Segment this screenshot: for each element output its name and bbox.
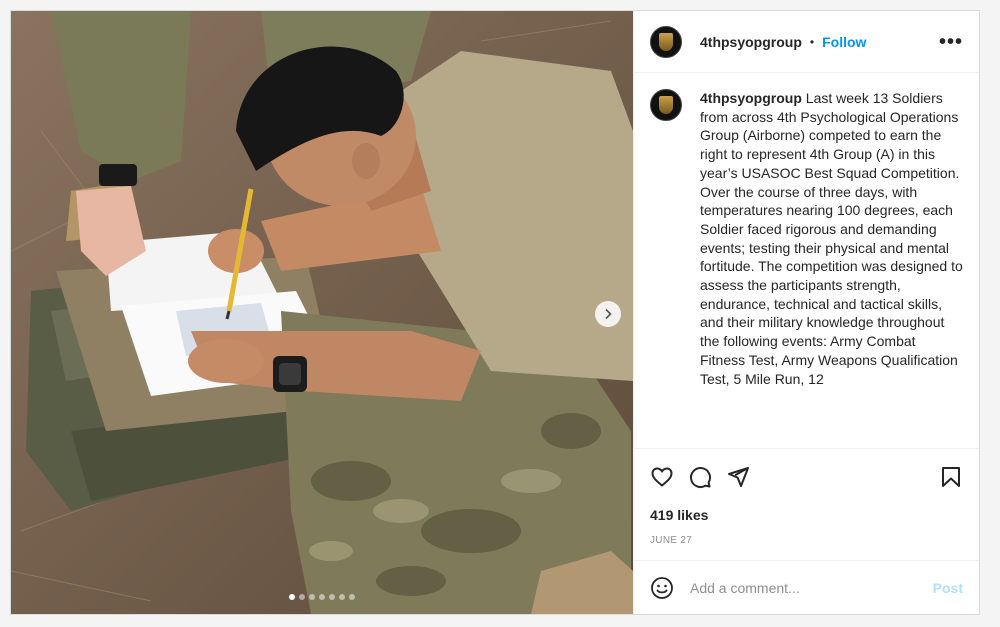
emoji-button[interactable] xyxy=(650,576,674,600)
comment-input[interactable] xyxy=(690,579,933,596)
carousel-dot xyxy=(319,594,325,600)
heart-icon xyxy=(651,467,673,487)
avatar[interactable] xyxy=(650,25,682,58)
username[interactable]: 4thpsyopgroup xyxy=(700,34,802,50)
comment-button[interactable] xyxy=(688,465,712,489)
action-bar: 419 likes June 27 xyxy=(634,448,979,560)
post-image[interactable] xyxy=(11,11,633,614)
bookmark-icon xyxy=(942,467,960,487)
carousel-dot xyxy=(309,594,315,600)
carousel-indicator xyxy=(11,594,633,600)
avatar[interactable] xyxy=(650,89,682,121)
unit-crest-icon xyxy=(659,32,673,51)
post-modal: 4thpsyopgroup • Follow ••• 4thpsyopgroup… xyxy=(10,10,980,615)
caption-area: 4thpsyopgroup Last week 13 Soldiers from… xyxy=(634,73,979,448)
carousel-dot xyxy=(289,594,295,600)
smiley-icon xyxy=(651,576,673,599)
separator-dot: • xyxy=(809,34,815,49)
carousel-dot xyxy=(349,594,355,600)
like-count[interactable]: 419 likes xyxy=(650,507,963,523)
photo-soldier-map xyxy=(11,11,633,614)
post-sidebar: 4thpsyopgroup • Follow ••• 4thpsyopgroup… xyxy=(633,11,979,614)
share-button[interactable] xyxy=(726,465,750,489)
caption-username[interactable]: 4thpsyopgroup xyxy=(700,90,802,106)
like-button[interactable] xyxy=(650,465,674,489)
caption: 4thpsyopgroup Last week 13 Soldiers from… xyxy=(700,89,963,448)
carousel-dot xyxy=(299,594,305,600)
caption-text: Last week 13 Soldiers from across 4th Ps… xyxy=(700,90,963,387)
comment-form: Post xyxy=(634,560,979,614)
save-button[interactable] xyxy=(939,465,963,489)
post-header: 4thpsyopgroup • Follow ••• xyxy=(634,11,979,73)
carousel-dot xyxy=(339,594,345,600)
more-options-button[interactable]: ••• xyxy=(939,32,963,52)
chevron-right-icon xyxy=(605,308,612,320)
paper-plane-icon xyxy=(728,467,749,487)
next-slide-button[interactable] xyxy=(595,301,621,327)
unit-crest-icon xyxy=(659,96,673,114)
follow-button[interactable]: Follow xyxy=(822,34,866,50)
post-comment-button[interactable]: Post xyxy=(933,580,963,596)
carousel-dot xyxy=(329,594,335,600)
comment-icon xyxy=(690,467,712,489)
post-date[interactable]: June 27 xyxy=(650,535,963,546)
